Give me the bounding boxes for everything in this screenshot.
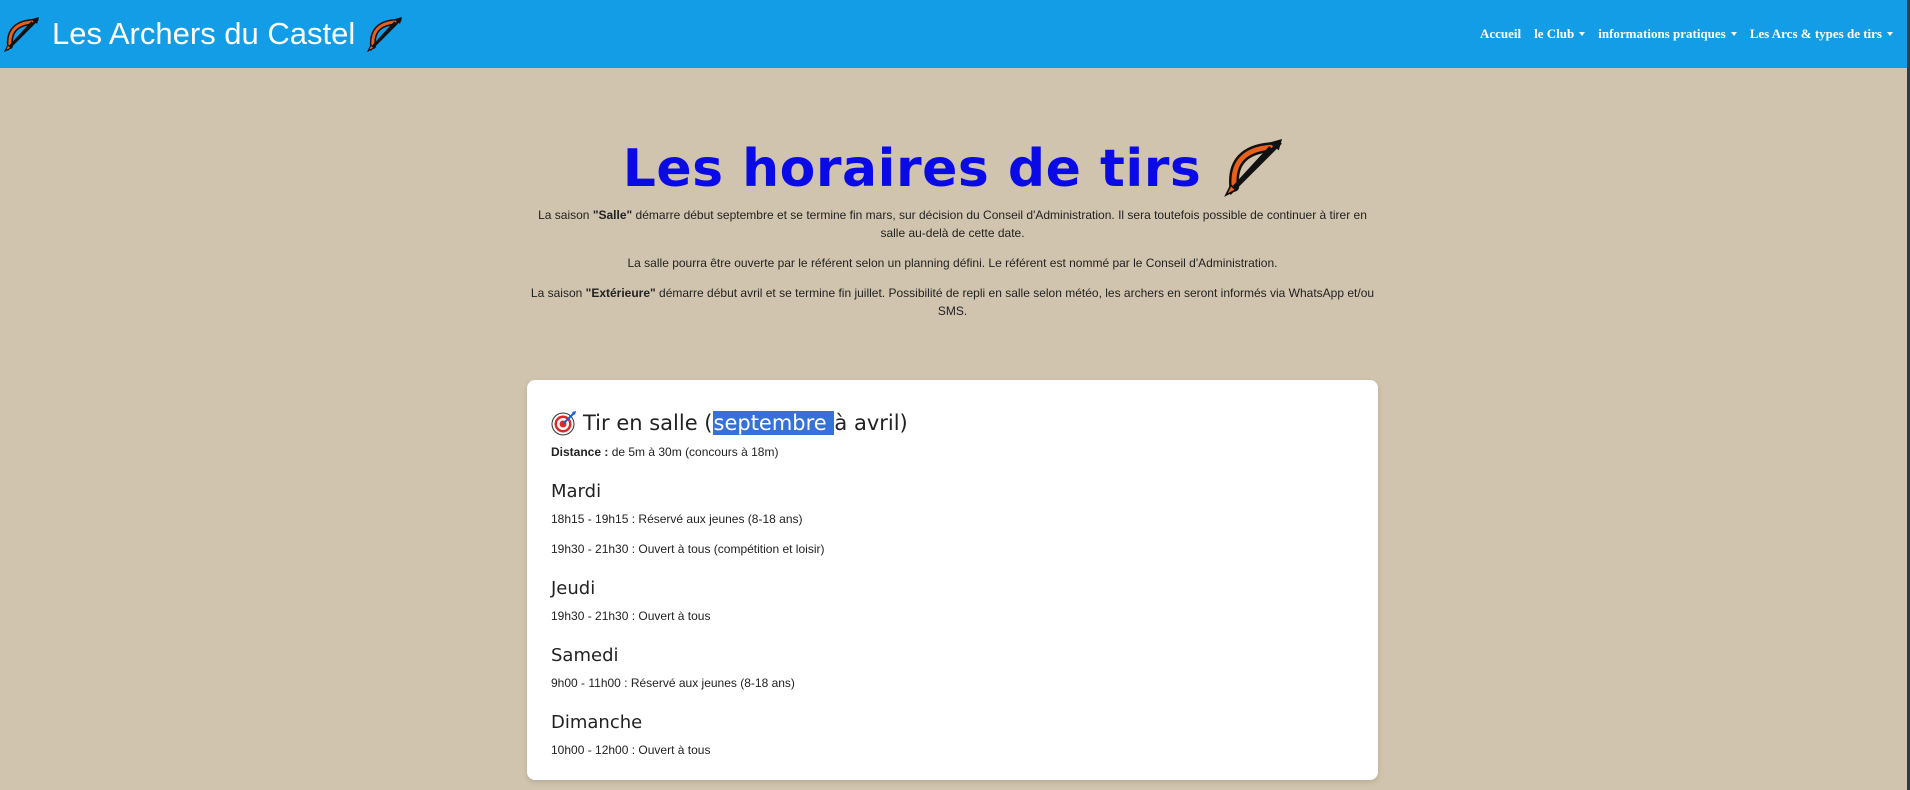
bow-and-arrow-icon (3, 17, 39, 53)
card-title: Tir en salle (septembre à avril) (551, 410, 1354, 436)
intro-paragraph-referent: La salle pourra être ouverte par le réfé… (627, 256, 1278, 270)
intro-text: La saison "Salle" démarre début septembr… (525, 206, 1380, 332)
nav-item-accueil[interactable]: Accueil (1480, 26, 1521, 42)
page-title: Les horaires de tirs (622, 139, 1202, 199)
time-slot: 10h00 - 12h00 : Ouvert à tous (551, 743, 711, 757)
nav-item-informations-pratiques[interactable]: informations pratiques (1598, 26, 1737, 42)
nav-menu: Accueil le Club informations pratiques L… (1480, 26, 1893, 42)
intro-paragraph-exterieure: La saison "Extérieure" démarre début avr… (530, 286, 1375, 318)
time-slot: 9h00 - 11h00 : Réservé aux jeunes (8-18 … (551, 676, 795, 690)
top-navbar: Les Archers du Castel Accueil le Club in… (0, 0, 1907, 68)
day-heading-dimanche: Dimanche (551, 712, 643, 733)
page-header: Les horaires de tirs (0, 138, 1910, 200)
day-heading-samedi: Samedi (551, 645, 619, 666)
day-heading-jeudi: Jeudi (551, 578, 596, 599)
bow-and-arrow-icon (1224, 138, 1283, 197)
nav-item-arcs-types-tirs[interactable]: Les Arcs & types de tirs (1750, 26, 1893, 42)
time-slot: 19h30 - 21h30 : Ouvert à tous (551, 609, 711, 623)
caret-down-icon (1579, 32, 1586, 36)
bow-and-arrow-icon (367, 17, 403, 53)
selected-text: septembre (712, 411, 835, 435)
caret-down-icon (1730, 32, 1737, 36)
schedule-card-tir-en-salle: Tir en salle (septembre à avril) Distanc… (527, 380, 1378, 780)
intro-paragraph-salle: La saison "Salle" démarre début septembr… (538, 208, 1367, 240)
brand[interactable]: Les Archers du Castel (2, 14, 405, 54)
caret-down-icon (1887, 32, 1893, 36)
time-slot: 19h30 - 21h30 : Ouvert à tous (compétiti… (551, 542, 825, 556)
day-heading-mardi: Mardi (551, 481, 602, 502)
time-slot: 18h15 - 19h15 : Réservé aux jeunes (8-18… (551, 512, 803, 526)
target-icon (551, 411, 576, 436)
brand-name[interactable]: Les Archers du Castel (52, 16, 355, 52)
nav-item-le-club[interactable]: le Club (1534, 26, 1586, 42)
distance-info: Distance : de 5m à 30m (concours à 18m) (551, 445, 779, 459)
